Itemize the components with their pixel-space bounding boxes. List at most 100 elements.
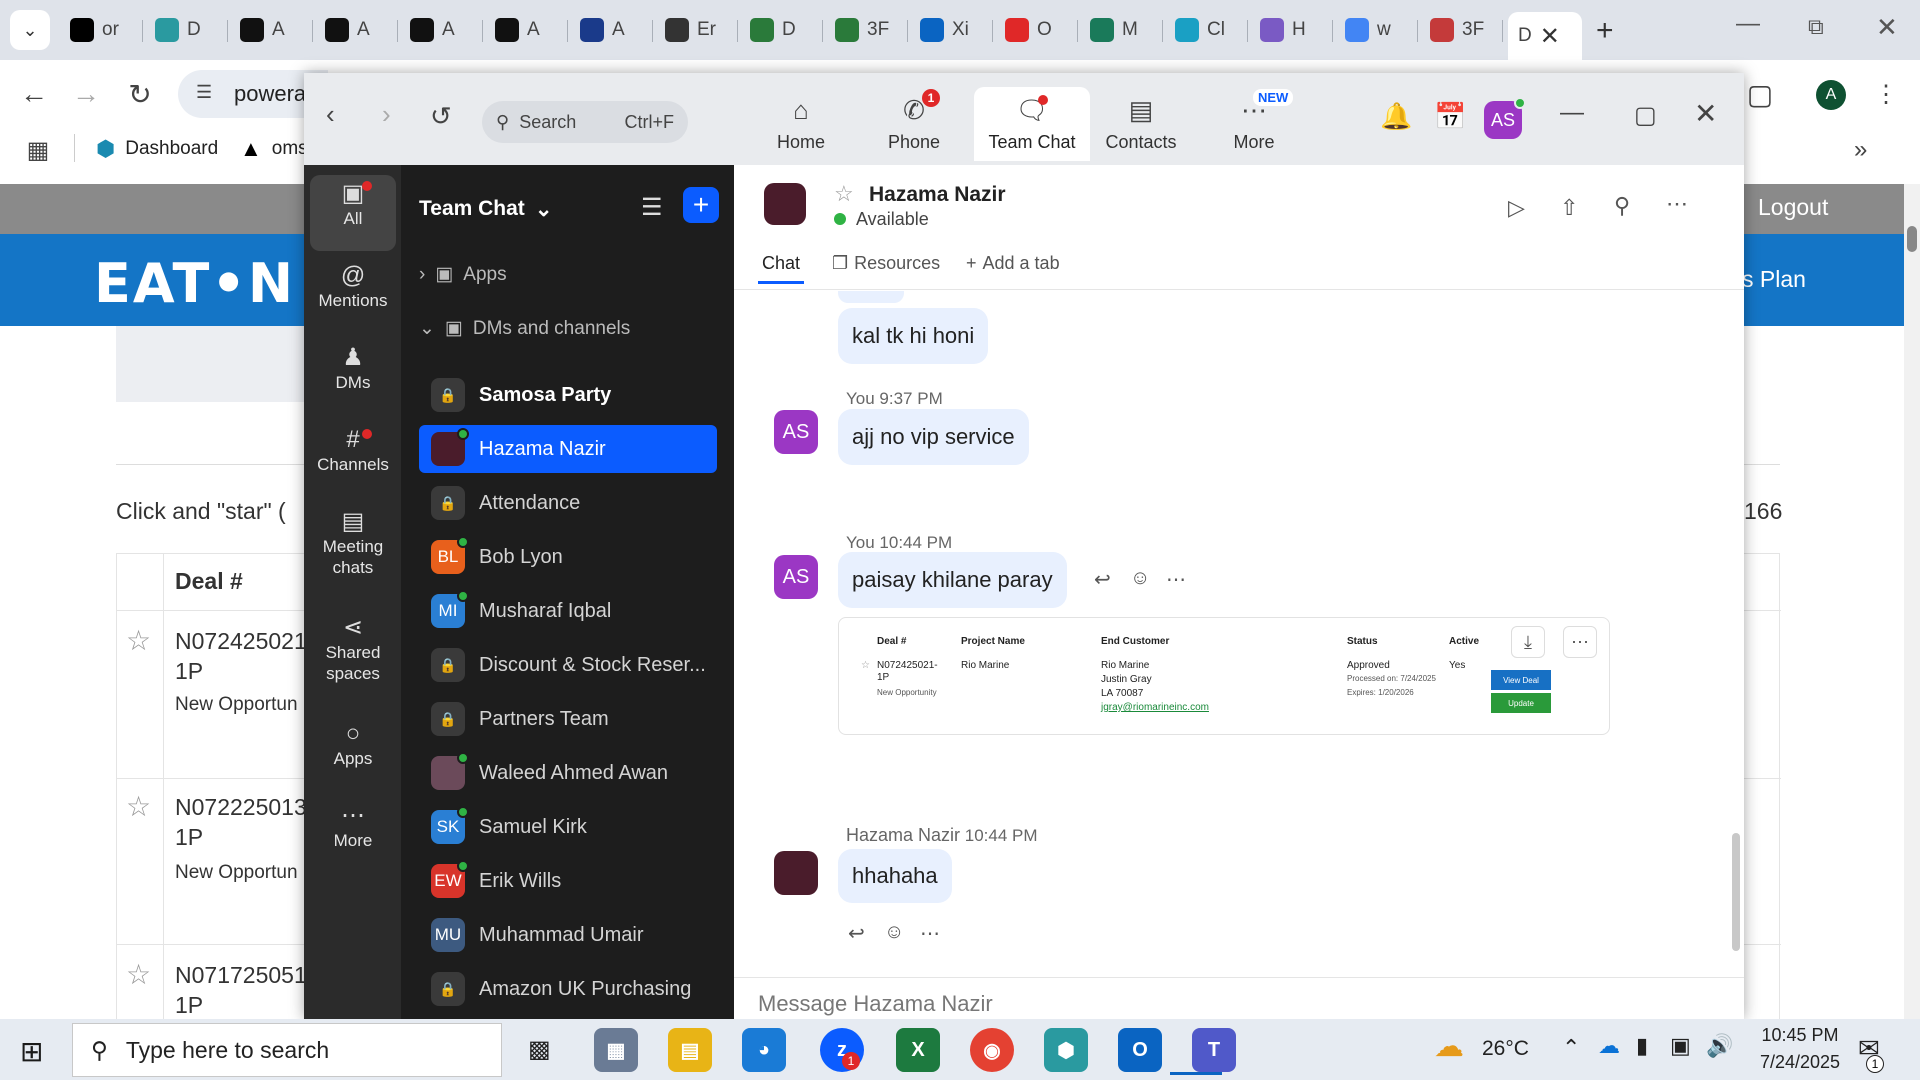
network-icon[interactable]: ▣ <box>1670 1033 1691 1059</box>
channel-item[interactable]: SK Samuel Kirk <box>419 803 717 851</box>
star-icon[interactable]: ☆ <box>834 181 854 207</box>
extension-icon[interactable]: ▢ <box>1740 74 1780 114</box>
rail-apps[interactable]: ○ Apps <box>310 722 396 769</box>
browser-tab[interactable]: H <box>1250 12 1330 48</box>
emoji-icon[interactable]: ☺ <box>1130 567 1150 590</box>
back-icon[interactable]: ← <box>14 74 54 114</box>
weather-icon[interactable]: ☁ <box>1434 1029 1464 1064</box>
more-icon[interactable]: ⋯ <box>1166 567 1186 592</box>
browser-tab[interactable]: Er <box>655 12 735 48</box>
close-icon[interactable]: ✕ <box>1540 22 1560 51</box>
taskbar-search[interactable]: ⚲ Type here to search <box>72 1023 502 1077</box>
message-bubble[interactable]: ajj no vip service <box>838 409 1029 465</box>
close-icon[interactable]: ✕ <box>1694 97 1717 130</box>
browser-tab[interactable]: O <box>995 12 1075 48</box>
download-icon[interactable]: ⤓ <box>1511 626 1545 658</box>
volume-icon[interactable]: 🔊 <box>1706 1033 1733 1059</box>
browser-tab[interactable]: or <box>60 12 140 48</box>
logout-link[interactable]: Logout <box>1758 194 1828 221</box>
emoji-icon[interactable]: ☺ <box>884 921 904 944</box>
tab-search-chevron-icon[interactable]: ⌄ <box>10 10 50 50</box>
message-composer[interactable]: Message Hazama Nazir <box>758 991 993 1017</box>
edge-icon[interactable]: ◕ <box>742 1028 786 1072</box>
channel-item[interactable]: MI Musharaf Iqbal <box>419 587 717 635</box>
browser-tab[interactable]: D <box>145 12 225 48</box>
restore-icon[interactable]: ⧉ <box>1808 14 1824 40</box>
deal-number[interactable]: N071725051 <box>175 960 307 990</box>
channel-item[interactable]: MU Muhammad Umair <box>419 911 717 959</box>
deal-number[interactable]: N072425021 <box>175 626 307 656</box>
star-icon[interactable]: ☆ <box>126 624 151 657</box>
tab-phone[interactable]: ✆ Phone 1 <box>859 87 969 161</box>
channel-item[interactable]: Hazama Nazir <box>419 425 717 473</box>
channel-item[interactable]: 🔒 Amazon UK Purchasing <box>419 965 717 1013</box>
browser-tab[interactable]: Cl <box>1165 12 1245 48</box>
sidebar-title[interactable]: Team Chat ⌄ <box>419 197 552 222</box>
browser-tab[interactable]: M <box>1080 12 1160 48</box>
weather-temp[interactable]: 26°C <box>1482 1037 1529 1061</box>
section-dms-channels[interactable]: ⌄ ▣ DMs and channels <box>419 317 630 340</box>
chevron-up-icon[interactable]: ⌃ <box>1562 1035 1580 1061</box>
close-window-icon[interactable]: ✕ <box>1876 12 1898 43</box>
tab-contacts[interactable]: ▤ Contacts <box>1086 87 1196 161</box>
filter-icon[interactable]: ☰ <box>641 193 663 222</box>
site-info-icon[interactable]: ☰ <box>196 82 212 103</box>
teams-icon[interactable]: T <box>1192 1028 1236 1072</box>
new-chat-button[interactable]: + <box>683 187 719 223</box>
rail-more[interactable]: ⋯ More <box>310 804 396 851</box>
tab-more[interactable]: ⋯ More NEW <box>1199 87 1309 161</box>
profile-avatar[interactable]: A <box>1816 80 1846 110</box>
forward-icon[interactable]: → <box>66 74 106 114</box>
scrollbar-thumb[interactable] <box>1907 226 1917 252</box>
tab-chat[interactable]: Chat <box>762 253 800 274</box>
browser-tab[interactable]: A <box>400 12 480 48</box>
channel-item[interactable]: Waleed Ahmed Awan <box>419 749 717 797</box>
reply-icon[interactable]: ↩ <box>1094 567 1111 592</box>
browser-tab[interactable]: A <box>570 12 650 48</box>
search-input[interactable]: ⚲ Search Ctrl+F <box>482 101 688 143</box>
tab-add[interactable]: + Add a tab <box>966 253 1060 274</box>
star-icon[interactable]: ☆ <box>126 790 151 823</box>
more-icon[interactable]: ⋯ <box>920 921 940 946</box>
minimize-icon[interactable]: — <box>1736 10 1760 38</box>
more-bookmarks-icon[interactable]: » <box>1854 136 1867 164</box>
browser-tab[interactable]: D <box>740 12 820 48</box>
browser-tab[interactable]: 3F <box>1420 12 1500 48</box>
chrome-icon[interactable]: ◉ <box>970 1028 1014 1072</box>
excel-icon[interactable]: X <box>896 1028 940 1072</box>
page-scrollbar[interactable] <box>1904 184 1920 1019</box>
reply-icon[interactable]: ↩ <box>848 921 865 946</box>
channel-item[interactable]: EW Erik Wills <box>419 857 717 905</box>
menu-kebab-icon[interactable]: ⋮ <box>1866 74 1906 114</box>
contact-name[interactable]: Hazama Nazir <box>869 183 1006 207</box>
rail-dms[interactable]: ♟ DMs <box>310 346 396 393</box>
tab-team-chat[interactable]: 🗨 Team Chat <box>974 87 1090 161</box>
bookmark-oms[interactable]: ▲ oms <box>240 136 308 162</box>
bell-icon[interactable]: 🔔 <box>1380 101 1412 132</box>
maximize-icon[interactable]: ▢ <box>1634 101 1657 130</box>
history-icon[interactable]: ↺ <box>430 101 452 132</box>
reload-icon[interactable]: ↻ <box>120 74 160 114</box>
message-bubble[interactable]: kal tk hi honi <box>838 308 989 364</box>
section-apps[interactable]: › ▣ Apps <box>419 263 507 286</box>
back-icon[interactable]: ‹ <box>326 99 335 130</box>
browser-tab[interactable]: w <box>1335 12 1415 48</box>
channel-item[interactable]: 🔒 Attendance <box>419 479 717 527</box>
more-icon[interactable]: ⋯ <box>1563 626 1597 658</box>
search-icon[interactable]: ⚲ <box>1614 193 1630 219</box>
deal-number[interactable]: N072225013 <box>175 792 307 822</box>
channel-item[interactable]: BL Bob Lyon <box>419 533 717 581</box>
browser-tab[interactable]: A <box>315 12 395 48</box>
minimize-icon[interactable]: — <box>1560 99 1584 127</box>
calculator-icon[interactable]: ▦ <box>594 1028 638 1072</box>
browser-tab-active[interactable]: D ✕ <box>1508 12 1582 60</box>
browser-tab[interactable]: 3F <box>825 12 905 48</box>
forward-icon[interactable]: › <box>382 99 391 130</box>
battery-icon[interactable]: ▮ <box>1636 1033 1648 1059</box>
more-options-icon[interactable]: ⋯ <box>1666 191 1688 217</box>
outlook-icon[interactable]: O <box>1118 1028 1162 1072</box>
file-explorer-icon[interactable]: ▤ <box>668 1028 712 1072</box>
rail-all[interactable]: ▣ All <box>310 175 396 251</box>
browser-tab[interactable]: A <box>230 12 310 48</box>
rail-meeting-chats[interactable]: ▤ Meeting chats <box>310 510 396 578</box>
